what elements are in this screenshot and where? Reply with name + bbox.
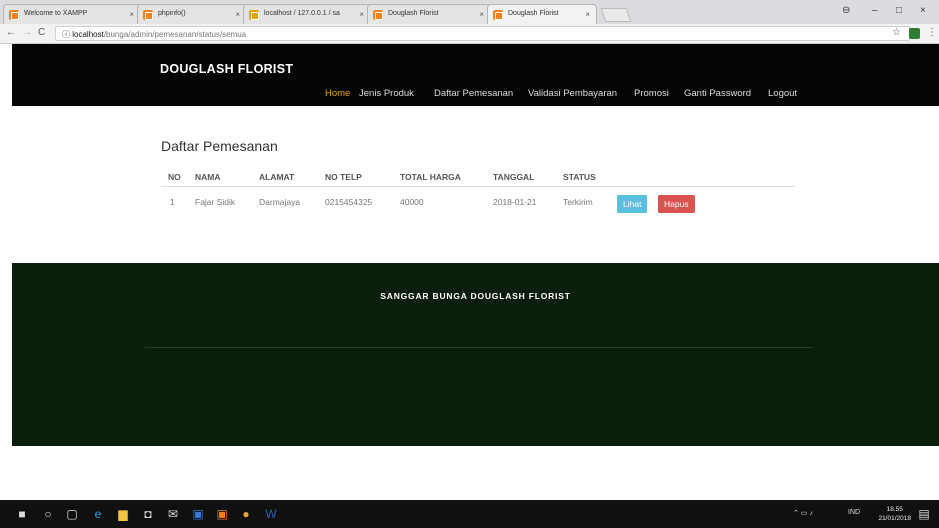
- cell-no: 1: [170, 197, 175, 207]
- clock-time: 18.55: [886, 506, 903, 513]
- clock-date: 21/01/2018: [878, 515, 911, 522]
- xampp-favicon-icon: [9, 10, 19, 20]
- language-indicator[interactable]: IND: [848, 509, 860, 516]
- maximize-button[interactable]: □: [896, 5, 902, 16]
- tab-phpinfo[interactable]: phpinfo() ×: [137, 4, 247, 24]
- site-navbar: DOUGLASH FLORIST Home Jenis Produk Dafta…: [12, 44, 939, 106]
- tab-label: Douglash Florist: [508, 10, 559, 17]
- page-title: Daftar Pemesanan: [161, 138, 278, 154]
- xampp-taskbar-icon[interactable]: ▣: [214, 506, 230, 522]
- nav-daftar-pemesanan[interactable]: Daftar Pemesanan: [434, 88, 513, 99]
- tab-douglash-florist-active[interactable]: Douglash Florist ×: [487, 4, 597, 24]
- cell-total-harga: 40000: [400, 197, 424, 207]
- tab-close-icon[interactable]: ×: [585, 10, 590, 19]
- tab-douglash-florist[interactable]: Douglash Florist ×: [367, 4, 491, 24]
- back-icon[interactable]: ←: [6, 27, 16, 38]
- xampp-favicon-icon: [143, 10, 153, 20]
- cell-alamat: Darmajaya: [259, 197, 301, 207]
- col-header-nama: NAMA: [195, 172, 221, 182]
- bookmark-star-icon[interactable]: ☆: [892, 27, 901, 38]
- search-icon[interactable]: ○: [40, 506, 56, 522]
- file-explorer-icon[interactable]: ▆: [115, 506, 131, 522]
- nav-home[interactable]: Home: [325, 88, 350, 99]
- mail-icon[interactable]: ✉: [165, 506, 181, 522]
- tab-label: localhost / 127.0.0.1 / sa: [264, 10, 340, 17]
- xampp-favicon-icon: [493, 10, 503, 20]
- footer-divider: [145, 347, 813, 348]
- delete-button[interactable]: Hapus: [658, 195, 695, 213]
- col-header-alamat: ALAMAT: [259, 172, 295, 182]
- tab-welcome-xampp[interactable]: Welcome to XAMPP ×: [3, 4, 141, 24]
- tab-phpmyadmin[interactable]: localhost / 127.0.0.1 / sa ×: [243, 4, 371, 24]
- task-view-icon[interactable]: ▢: [64, 506, 80, 522]
- store-icon[interactable]: ◘: [140, 506, 156, 522]
- cell-status: Terkirim: [563, 197, 593, 207]
- xampp-favicon-icon: [373, 10, 383, 20]
- menu-icon[interactable]: ⋮: [927, 27, 937, 38]
- word-icon[interactable]: W: [263, 506, 279, 522]
- tab-label: Welcome to XAMPP: [24, 10, 88, 17]
- address-bar[interactable]: ⓘ localhost/bunga/admin/pemesanan/status…: [55, 26, 910, 41]
- col-header-total-harga: TOTAL HARGA: [400, 172, 461, 182]
- site-brand[interactable]: DOUGLASH FLORIST: [160, 62, 293, 76]
- view-button[interactable]: Lihat: [617, 195, 648, 213]
- tab-label: phpinfo(): [158, 10, 186, 17]
- nav-ganti-password[interactable]: Ganti Password: [684, 88, 751, 99]
- info-icon[interactable]: ⓘ: [62, 30, 70, 39]
- clock[interactable]: 18.55 21/01/2018: [878, 505, 911, 523]
- nav-promosi[interactable]: Promosi: [634, 88, 669, 99]
- cell-nama: Fajar Sidik: [195, 197, 236, 207]
- tab-label: Douglash Florist: [388, 10, 439, 17]
- account-icon[interactable]: ⊖: [842, 5, 850, 16]
- phpmyadmin-favicon-icon: [249, 10, 259, 20]
- windows-taskbar: ■ ○ ▢ e ▆ ◘ ✉ ▣ ▣ ● W ⌃ ▭ ♪ IND 18.55 21…: [0, 500, 939, 528]
- tab-close-icon[interactable]: ×: [129, 10, 134, 19]
- cell-tanggal: 2018-01-21: [493, 197, 537, 207]
- tab-close-icon[interactable]: ×: [359, 10, 364, 19]
- notifications-icon[interactable]: ▤: [916, 506, 932, 522]
- col-header-no-telp: NO TELP: [325, 172, 362, 182]
- chrome-icon[interactable]: ●: [238, 506, 254, 522]
- url-host: localhost: [72, 30, 104, 39]
- nav-jenis-produk[interactable]: Jenis Produk: [359, 88, 414, 99]
- edge-browser-icon[interactable]: e: [90, 506, 106, 522]
- cell-no-telp: 0215454325: [325, 197, 373, 207]
- nav-logout[interactable]: Logout: [768, 88, 797, 99]
- close-window-button[interactable]: ×: [920, 5, 926, 16]
- tab-close-icon[interactable]: ×: [479, 10, 484, 19]
- nav-validasi-pembayaran[interactable]: Validasi Pembayaran: [528, 88, 617, 99]
- site-footer: SANGGAR BUNGA DOUGLASH FLORIST: [12, 263, 939, 446]
- forward-icon[interactable]: →: [22, 27, 32, 38]
- col-header-no: NO: [168, 172, 181, 182]
- browser-tab-strip: Welcome to XAMPP × phpinfo() × localhost…: [0, 0, 939, 24]
- new-tab-button[interactable]: [600, 8, 632, 22]
- col-header-status: STATUS: [563, 172, 596, 182]
- tray-icons[interactable]: ⌃ ▭ ♪: [793, 509, 813, 517]
- table-header-divider: [161, 186, 795, 187]
- app-window-icon[interactable]: ▣: [190, 506, 206, 522]
- url-path: /bunga/admin/pemesanan/status/semua: [103, 30, 247, 39]
- windows-start-icon[interactable]: ■: [14, 506, 30, 522]
- minimize-button[interactable]: –: [872, 5, 878, 16]
- extension-icon[interactable]: [909, 28, 920, 39]
- col-header-tanggal: TANGGAL: [493, 172, 535, 182]
- footer-title: SANGGAR BUNGA DOUGLASH FLORIST: [380, 291, 571, 301]
- reload-icon[interactable]: C: [38, 27, 45, 38]
- tab-close-icon[interactable]: ×: [235, 10, 240, 19]
- browser-toolbar: ← → C ⓘ localhost/bunga/admin/pemesanan/…: [0, 24, 939, 44]
